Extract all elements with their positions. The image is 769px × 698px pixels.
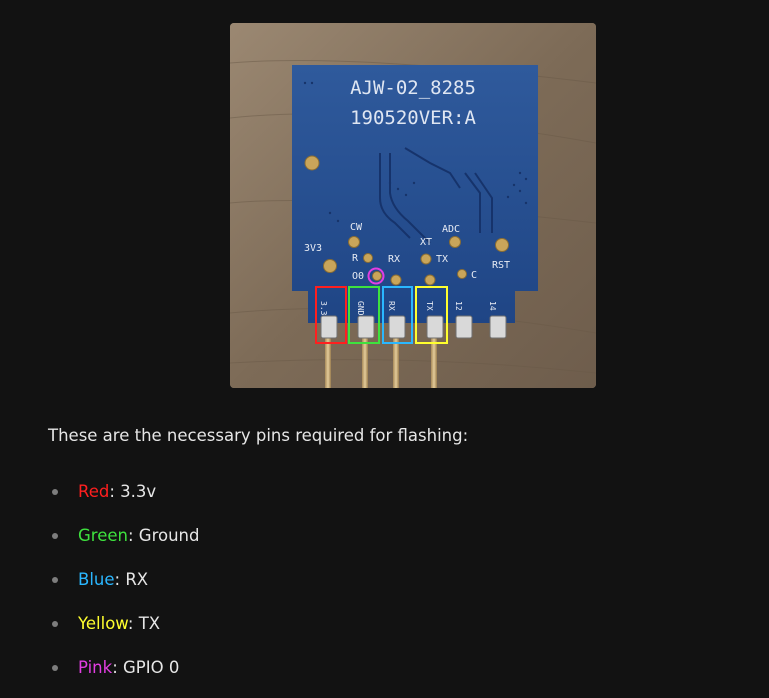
pin-value: Ground xyxy=(138,526,200,545)
list-item: Pink: GPIO 0 xyxy=(48,646,199,690)
board-title-line1: AJW-02_8285 xyxy=(350,77,476,99)
pin-separator: : xyxy=(114,570,121,589)
pad-adc xyxy=(449,236,461,248)
pad-3v3 xyxy=(323,259,337,273)
pin-color-name: Red xyxy=(78,482,110,501)
pin-value: RX xyxy=(125,570,149,589)
list-item: Green: Ground xyxy=(48,514,199,558)
pin-list: Red: 3.3v Green: Ground Blue: RX Yellow:… xyxy=(48,470,199,690)
intro-text: These are the necessary pins required fo… xyxy=(48,426,469,445)
board-photo: AJW-02_8285 190520VER:A CW 3V3 R RX XT A… xyxy=(230,23,596,388)
silk-3v3: 3V3 xyxy=(304,243,322,254)
pin-value: 3.3v xyxy=(120,482,157,501)
pin-value: GPIO 0 xyxy=(123,658,180,677)
header-pad-tx xyxy=(426,315,444,339)
list-item: Red: 3.3v xyxy=(48,470,199,514)
pin-label-2: GND xyxy=(356,301,365,316)
pin-separator: : xyxy=(127,526,134,545)
header-pad-3v3 xyxy=(320,315,338,339)
board-illustration: AJW-02_8285 190520VER:A CW 3V3 R RX XT A… xyxy=(230,23,596,388)
pad-r xyxy=(363,253,373,263)
header-pad-12 xyxy=(455,315,473,339)
pin-label-6: 14 xyxy=(488,301,497,311)
pad-rx xyxy=(390,274,402,286)
pin-color-name: Yellow xyxy=(78,614,128,633)
silk-c: C xyxy=(471,270,477,281)
silk-cw: CW xyxy=(350,222,363,233)
pin-label-4: TX xyxy=(425,301,434,311)
pin-label-5: 12 xyxy=(454,301,463,311)
pad-rst xyxy=(495,238,509,252)
pad-tx xyxy=(420,253,432,265)
bullet-icon xyxy=(52,533,58,539)
list-item: Yellow: TX xyxy=(48,602,199,646)
pin-separator: : xyxy=(109,482,115,501)
header-pad-gnd xyxy=(357,315,375,339)
silk-tx: TX xyxy=(436,254,448,265)
silk-xt: XT xyxy=(420,237,432,248)
bullet-icon xyxy=(52,665,58,671)
pin-color-name: Blue xyxy=(78,570,115,589)
pin-color-name: Green xyxy=(78,526,128,545)
pin-separator: : xyxy=(127,614,134,633)
silk-adc: ADC xyxy=(442,224,460,235)
silk-rx: RX xyxy=(388,254,400,265)
pad-gpio0 xyxy=(372,271,382,281)
silk-r: R xyxy=(352,253,359,264)
header-pad-14 xyxy=(489,315,507,339)
list-item: Blue: RX xyxy=(48,558,199,602)
pin-label-1: 3.3 xyxy=(319,301,328,316)
silk-o0: O0 xyxy=(352,271,364,282)
bullet-icon xyxy=(52,489,58,495)
pad-top-left xyxy=(304,155,320,171)
board-title-line2: 190520VER:A xyxy=(350,107,476,129)
pin-value: TX xyxy=(138,614,161,633)
silk-rst: RST xyxy=(492,260,510,271)
bullet-icon xyxy=(52,577,58,583)
pad-cw xyxy=(348,236,360,248)
pin-label-3: RX xyxy=(387,301,396,311)
pad-c xyxy=(457,269,467,279)
pad-xt xyxy=(424,274,436,286)
pin-color-name: Pink xyxy=(78,658,113,677)
header-pad-rx xyxy=(388,315,406,339)
bullet-icon xyxy=(52,621,58,627)
pin-separator: : xyxy=(112,658,118,677)
